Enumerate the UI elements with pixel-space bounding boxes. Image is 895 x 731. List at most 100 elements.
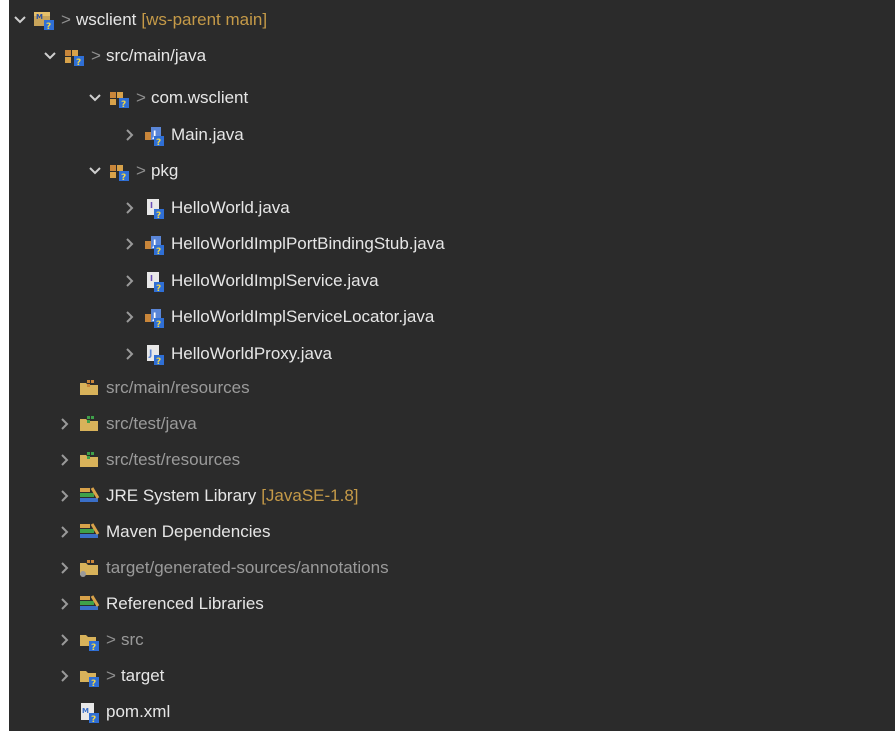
svg-text:J: J [148,349,152,359]
svg-text:?: ? [121,100,126,109]
tree-item-package-com-wsclient[interactable]: ? > com.wsclient [86,80,248,116]
chevron-down-icon[interactable] [86,162,104,180]
tree-item-src-folder[interactable]: ? > src [56,622,144,658]
svg-text:?: ? [156,284,161,292]
svg-text:I: I [150,274,153,283]
folder-label: src/main/java [105,46,207,65]
chevron-right-icon[interactable] [121,126,139,144]
chevron-right-icon[interactable] [121,199,139,217]
project-name: wsclient [75,10,137,29]
file-label: HelloWorldImplService.java [171,271,379,290]
folder-label: src/test/java [106,414,197,433]
library-label: Maven Dependencies [106,522,271,541]
tree-item-helloworld-java[interactable]: I ? HelloWorld.java [121,190,290,226]
tree-item-target-folder[interactable]: ? > target [56,658,164,694]
test-source-folder-icon [78,413,100,435]
chevron-right-icon[interactable] [121,308,139,326]
java-class-icon: J ? [143,306,165,328]
svg-text:I: I [150,201,153,210]
git-prefix: > [136,88,146,107]
git-prefix: > [91,46,101,65]
svg-text:?: ? [156,357,161,365]
package-icon: ? [108,160,130,182]
chevron-down-icon[interactable] [41,47,59,65]
chevron-right-icon[interactable] [56,667,74,685]
tree-item-src-test-java[interactable]: src/test/java [56,406,197,442]
chevron-down-icon[interactable] [11,11,29,29]
library-label: Referenced Libraries [106,594,264,613]
git-prefix: > [106,630,116,649]
svg-text:?: ? [91,715,96,723]
tree-item-referenced-libraries[interactable]: Referenced Libraries [56,586,264,622]
svg-text:?: ? [76,58,81,67]
file-label: HelloWorldProxy.java [171,344,332,363]
svg-text:?: ? [121,173,126,182]
java-interface-icon: I ? [143,197,165,219]
git-branch-decoration: [ws-parent main] [141,10,268,29]
jre-version-decoration: [JavaSE-1.8] [261,486,359,505]
tree-item-project-root[interactable]: M ? > wsclient [ws-parent main] [11,2,267,38]
svg-text:?: ? [46,22,51,31]
test-resource-folder-icon [78,449,100,471]
folder-label: target/generated-sources/annotations [106,558,389,577]
java-class-icon: J ? [143,233,165,255]
svg-text:M: M [82,707,89,715]
svg-text:?: ? [156,138,161,146]
library-icon [78,521,100,543]
svg-text:?: ? [156,247,161,255]
xml-file-icon: M ? [78,701,100,723]
file-label: pom.xml [106,702,171,721]
tree-item-package-pkg[interactable]: ? > pkg [86,153,178,189]
chevron-right-icon[interactable] [56,631,74,649]
git-prefix: > [106,666,116,685]
library-icon [78,485,100,507]
svg-text:M: M [36,13,43,21]
resource-folder-icon [78,377,100,399]
library-label: JRE System Library [106,486,257,505]
chevron-right-icon[interactable] [56,523,74,541]
library-icon [78,593,100,615]
tree-item-src-test-resources[interactable]: src/test/resources [56,442,240,478]
tree-item-helloworld-proxy[interactable]: J ? HelloWorldProxy.java [121,336,332,372]
java-interface-icon: I ? [143,270,165,292]
source-folder-icon: ? [63,45,85,67]
file-label: HelloWorldImplPortBindingStub.java [171,234,445,253]
package-label: com.wsclient [150,88,249,107]
chevron-down-icon[interactable] [86,89,104,107]
java-class-icon: J ? [143,124,165,146]
chevron-right-icon[interactable] [56,451,74,469]
tree-item-maven-dependencies[interactable]: Maven Dependencies [56,514,270,550]
folder-label: src/test/resources [106,450,241,469]
git-prefix: > [61,10,71,29]
file-label: HelloWorld.java [171,198,290,217]
tree-item-jre-system-library[interactable]: JRE System Library [JavaSE-1.8] [56,478,359,514]
tree-item-main-java[interactable]: J ? Main.java [121,117,244,153]
tree-item-impl-service-locator[interactable]: J ? HelloWorldImplServiceLocator.java [121,299,434,335]
chevron-right-icon[interactable] [56,487,74,505]
tree-item-generated-sources[interactable]: target/generated-sources/annotations [56,550,389,586]
tree-item-port-binding-stub[interactable]: J ? HelloWorldImplPortBindingStub.java [121,226,445,262]
chevron-right-icon[interactable] [56,595,74,613]
file-label: Main.java [171,125,244,144]
chevron-right-icon[interactable] [121,345,139,363]
chevron-right-icon[interactable] [56,559,74,577]
tree-item-src-main-java[interactable]: ? > src/main/java [41,38,206,74]
svg-text:?: ? [91,679,96,687]
folder-icon: ? [78,665,100,687]
tree-item-impl-service[interactable]: I ? HelloWorldImplService.java [121,263,379,299]
chevron-right-icon[interactable] [121,272,139,290]
project-explorer-tree: M ? > wsclient [ws-parent main] ? > src/… [9,0,895,731]
file-label: HelloWorldImplServiceLocator.java [171,307,435,326]
chevron-right-icon[interactable] [121,235,139,253]
folder-label: src/main/resources [106,378,250,397]
tree-item-src-main-resources[interactable]: src/main/resources [56,370,250,406]
git-prefix: > [136,161,146,180]
folder-icon: ? [78,629,100,651]
svg-text:?: ? [156,211,161,219]
package-icon: ? [108,87,130,109]
svg-text:?: ? [91,643,96,651]
chevron-right-icon[interactable] [56,415,74,433]
tree-item-pom-xml[interactable]: M ? pom.xml [56,694,170,730]
generated-source-folder-icon [78,557,100,579]
package-label: pkg [150,161,179,180]
